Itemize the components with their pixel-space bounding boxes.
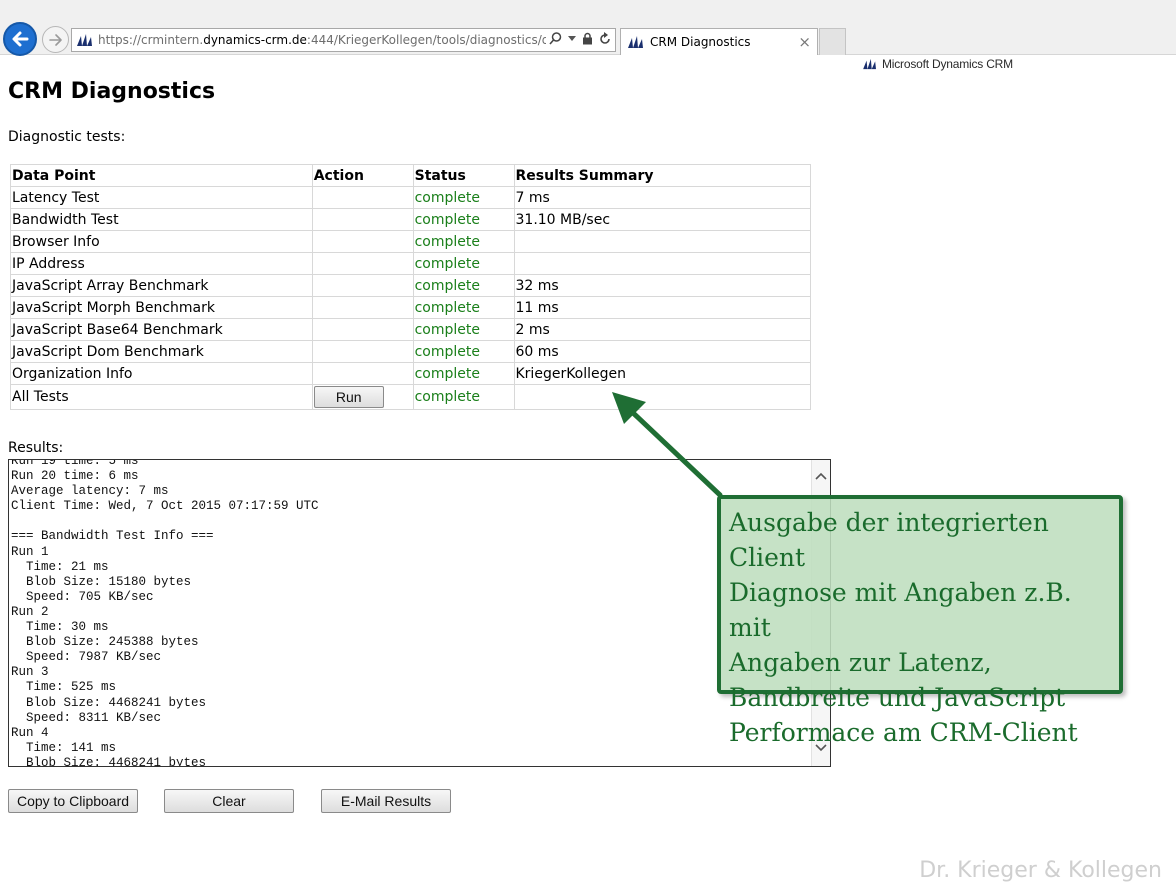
- status-cell: complete: [412, 318, 515, 341]
- table-row: Bandwidth Test complete 31.10 MB/sec: [10, 208, 811, 231]
- close-icon[interactable]: ×: [798, 33, 811, 51]
- brand-logo: Microsoft Dynamics CRM: [862, 57, 1013, 71]
- tab-title: CRM Diagnostics: [650, 35, 751, 49]
- table-row: JavaScript Base64 Benchmark complete 2 m…: [10, 318, 811, 341]
- callout-arrow: [612, 392, 723, 498]
- status-cell: complete: [412, 362, 515, 385]
- data-point-cell: JavaScript Morph Benchmark: [10, 296, 313, 319]
- lock-icon[interactable]: [582, 32, 593, 45]
- action-cell: [311, 208, 414, 231]
- status-cell: complete: [412, 340, 515, 363]
- table-row: JavaScript Array Benchmark complete 32 m…: [10, 274, 811, 297]
- url-text: https://crmintern.dynamics-crm.de:444/Kr…: [98, 33, 546, 47]
- clear-button[interactable]: Clear: [164, 789, 294, 813]
- callout-line: Angaben zur Latenz,: [729, 648, 992, 677]
- action-cell: [311, 252, 414, 275]
- data-point-cell: All Tests: [10, 384, 313, 410]
- action-cell: [311, 296, 414, 319]
- watermark: Dr. Krieger & Kollegen: [919, 858, 1162, 883]
- page-title: CRM Diagnostics: [8, 79, 216, 104]
- summary-cell: [513, 252, 811, 275]
- table-row: JavaScript Dom Benchmark complete 60 ms: [10, 340, 811, 363]
- tab-crm-diagnostics[interactable]: CRM Diagnostics ×: [620, 28, 818, 55]
- status-cell: complete: [412, 186, 515, 209]
- dynamics-crm-logo-icon: [628, 36, 643, 48]
- data-point-cell: JavaScript Array Benchmark: [10, 274, 313, 297]
- data-point-cell: Latency Test: [10, 186, 313, 209]
- data-point-cell: IP Address: [10, 252, 313, 275]
- table-header-row: Data Point Action Status Results Summary: [10, 164, 811, 187]
- action-cell: Run: [311, 384, 414, 410]
- callout-line: Diagnose mit Angaben z.B. mit: [729, 578, 1072, 642]
- table-row: IP Address complete: [10, 252, 811, 275]
- summary-cell: 7 ms: [513, 186, 811, 209]
- data-point-cell: Bandwidth Test: [10, 208, 313, 231]
- summary-cell: [513, 230, 811, 253]
- summary-cell: 31.10 MB/sec: [513, 208, 811, 231]
- back-button[interactable]: [3, 22, 37, 56]
- diagnostics-table: Data Point Action Status Results Summary…: [10, 164, 811, 410]
- copy-to-clipboard-button[interactable]: Copy to Clipboard: [8, 789, 138, 813]
- callout-line: Ausgabe der integrierten Client: [729, 508, 1049, 572]
- action-cell: [311, 318, 414, 341]
- data-point-cell: JavaScript Dom Benchmark: [10, 340, 313, 363]
- brand-text: Microsoft Dynamics CRM: [882, 57, 1013, 71]
- results-label: Results:: [8, 440, 64, 456]
- status-cell: complete: [412, 384, 515, 410]
- callout-line: Performace am CRM-Client: [729, 718, 1078, 747]
- email-results-button[interactable]: E-Mail Results: [321, 789, 451, 813]
- status-cell: complete: [412, 252, 515, 275]
- status-cell: complete: [412, 296, 515, 319]
- arrow-left-icon: [12, 31, 29, 47]
- annotation-callout: Ausgabe der integrierten Client Diagnose…: [717, 495, 1123, 747]
- status-cell: complete: [412, 208, 515, 231]
- address-bar[interactable]: https://crmintern.dynamics-crm.de:444/Kr…: [71, 28, 616, 52]
- arrow-right-icon: [48, 33, 62, 46]
- action-cell: [311, 186, 414, 209]
- column-header-status: Status: [412, 164, 515, 187]
- refresh-icon[interactable]: [599, 32, 611, 45]
- results-text: Run 19 time: 5 ms Run 20 time: 6 ms Aver…: [11, 459, 319, 767]
- status-cell: complete: [412, 274, 515, 297]
- column-header-data-point: Data Point: [10, 164, 313, 187]
- browser-chrome: https://crmintern.dynamics-crm.de:444/Kr…: [0, 0, 1176, 56]
- new-tab-button[interactable]: [819, 28, 846, 55]
- action-cell: [311, 230, 414, 253]
- diagnostic-tests-label: Diagnostic tests:: [8, 129, 126, 145]
- action-cell: [311, 362, 414, 385]
- data-point-cell: Organization Info: [10, 362, 313, 385]
- callout-line: Bandbreite und JavaScript: [729, 683, 1066, 712]
- action-cell: [311, 274, 414, 297]
- chevron-up-icon[interactable]: [815, 472, 827, 480]
- chevron-down-icon[interactable]: [568, 35, 576, 42]
- forward-button[interactable]: [42, 26, 69, 53]
- search-icon[interactable]: [549, 32, 562, 45]
- data-point-cell: JavaScript Base64 Benchmark: [10, 318, 313, 341]
- summary-cell: 32 ms: [513, 274, 811, 297]
- table-row: Browser Info complete: [10, 230, 811, 253]
- action-cell: [311, 340, 414, 363]
- dynamics-crm-logo-icon: [77, 34, 92, 46]
- status-cell: complete: [412, 230, 515, 253]
- data-point-cell: Browser Info: [10, 230, 313, 253]
- column-header-action: Action: [311, 164, 414, 187]
- summary-cell: 11 ms: [513, 296, 811, 319]
- dynamics-crm-logo-icon: [863, 58, 876, 70]
- column-header-results-summary: Results Summary: [513, 164, 811, 187]
- table-row: Latency Test complete 7 ms: [10, 186, 811, 209]
- summary-cell: 60 ms: [513, 340, 811, 363]
- run-all-tests-button[interactable]: Run: [313, 386, 384, 408]
- summary-cell: 2 ms: [513, 318, 811, 341]
- table-row: JavaScript Morph Benchmark complete 11 m…: [10, 296, 811, 319]
